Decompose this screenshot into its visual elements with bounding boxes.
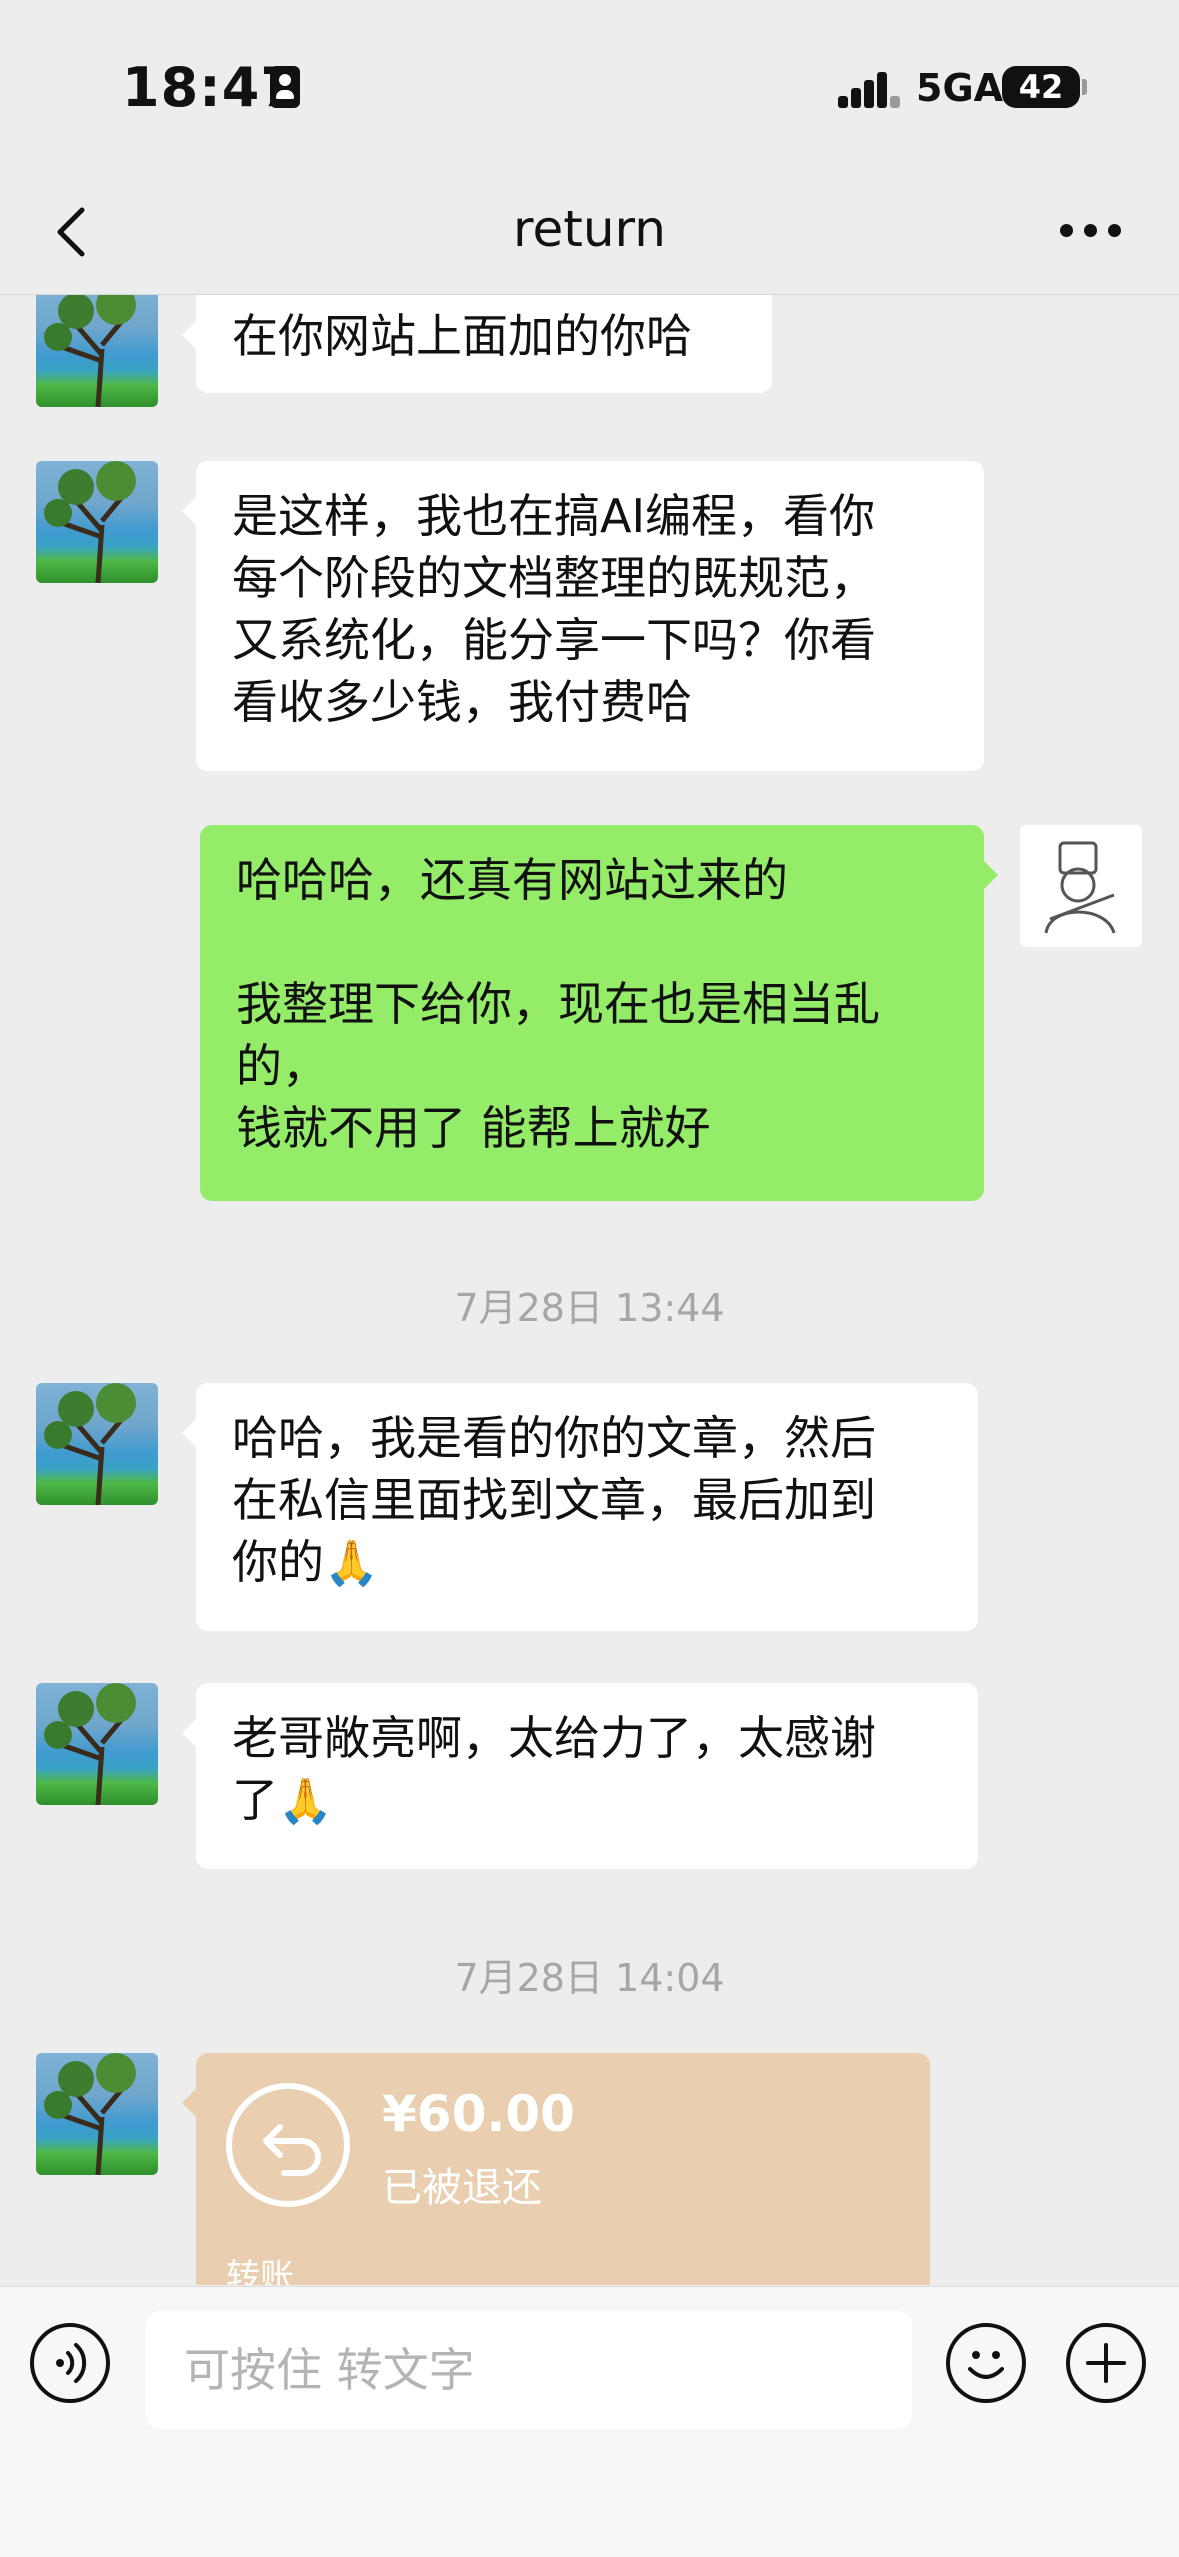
message-bubble[interactable]: 哈哈，我是看的你的文章，然后 在私信里面找到文章，最后加到 你的🙏 bbox=[182, 1383, 978, 1631]
message-bubble[interactable]: 哈哈哈，还真有网站过来的 我整理下给你，现在也是相当乱 的， 钱就不用了 能帮上… bbox=[200, 825, 998, 1201]
transfer-amount: ¥60.00 bbox=[382, 2085, 575, 2143]
message-bubble[interactable]: 老哥敞亮啊，太给力了，太感谢 了🙏 bbox=[182, 1683, 978, 1869]
return-arrow-icon bbox=[226, 2083, 350, 2207]
message-bubble[interactable]: 是这样，我也在搞AI编程，看你 每个阶段的文档整理的既规范， 又系统化，能分享一… bbox=[182, 461, 984, 771]
transfer-card[interactable]: ¥60.00 已被退还 转账 bbox=[182, 2053, 930, 2285]
message-row: 哈哈哈，还真有网站过来的 我整理下给你，现在也是相当乱 的， 钱就不用了 能帮上… bbox=[0, 825, 1179, 1205]
plus-icon[interactable] bbox=[1066, 2323, 1146, 2403]
avatar[interactable] bbox=[36, 295, 158, 407]
status-bar: 18:47 5GA 42 bbox=[0, 0, 1179, 170]
message-bubble[interactable]: 在你网站上面加的你哈 bbox=[182, 295, 772, 393]
folded-hands-icon: 🙏 bbox=[324, 1538, 379, 1589]
chat-title: return bbox=[513, 200, 666, 258]
transfer-status: 已被退还 bbox=[382, 2165, 542, 2211]
input-bar bbox=[0, 2286, 1179, 2557]
avatar[interactable] bbox=[1020, 825, 1142, 947]
more-icon[interactable] bbox=[1060, 224, 1122, 240]
folded-hands-icon: 🙏 bbox=[278, 1776, 333, 1827]
voice-icon[interactable] bbox=[30, 2323, 110, 2403]
contact-card-icon bbox=[270, 66, 300, 108]
nav-bar: return bbox=[0, 170, 1179, 295]
message-input[interactable] bbox=[146, 2311, 912, 2429]
timestamp: 7月28日 13:44 bbox=[454, 1286, 725, 1330]
avatar[interactable] bbox=[36, 461, 158, 583]
chat-area[interactable]: 在你网站上面加的你哈 是这样，我也在搞AI编程，看你 每个阶段的文档整理的既规范… bbox=[0, 295, 1179, 2285]
timestamp: 7月28日 14:04 bbox=[454, 1956, 725, 2000]
signal-icon bbox=[838, 70, 900, 108]
emoji-icon[interactable] bbox=[946, 2323, 1026, 2403]
message-row: 哈哈，我是看的你的文章，然后 在私信里面找到文章，最后加到 你的🙏 bbox=[0, 1383, 1179, 1643]
message-row: ¥60.00 已被退还 转账 bbox=[0, 2053, 1179, 2285]
message-row: 是这样，我也在搞AI编程，看你 每个阶段的文档整理的既规范， 又系统化，能分享一… bbox=[0, 461, 1179, 781]
avatar[interactable] bbox=[36, 2053, 158, 2175]
avatar[interactable] bbox=[36, 1383, 158, 1505]
message-row: 在你网站上面加的你哈 bbox=[0, 295, 1179, 415]
battery-tip bbox=[1082, 79, 1087, 95]
message-row: 老哥敞亮啊，太给力了，太感谢 了🙏 bbox=[0, 1683, 1179, 1883]
avatar[interactable] bbox=[36, 1683, 158, 1805]
network-type: 5GA bbox=[916, 66, 1004, 110]
battery-level: 42 bbox=[1002, 66, 1080, 108]
transfer-label: 转账 bbox=[226, 2257, 294, 2285]
